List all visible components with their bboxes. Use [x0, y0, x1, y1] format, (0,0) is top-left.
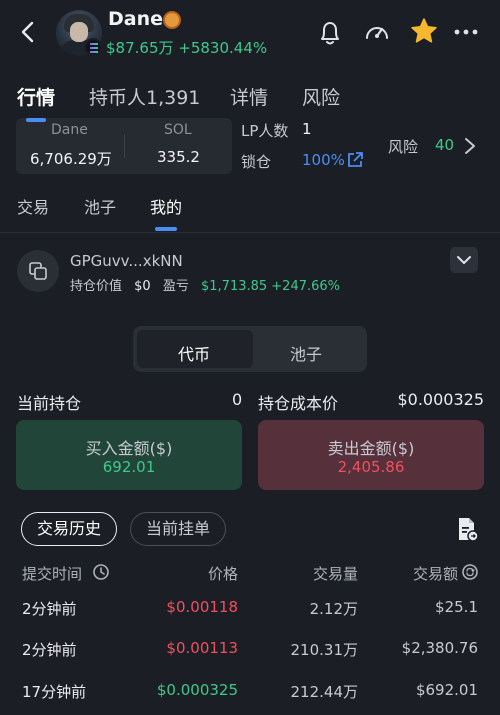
more-button[interactable]: [452, 20, 480, 44]
col-price-header: 价格: [207, 565, 238, 583]
favorite-button[interactable]: [409, 16, 439, 46]
chevron-left-icon: [21, 21, 34, 43]
buy-amount-value: 692.01: [102, 458, 156, 476]
holding-value: $0: [134, 279, 151, 294]
price-change: +5830.44%: [178, 39, 268, 57]
row-value: $25.1: [435, 598, 478, 616]
clock-icon[interactable]: [92, 563, 110, 581]
copy-icon: [29, 262, 47, 280]
current-position-label: 当前持仓: [17, 394, 82, 413]
cost-price-label: 持仓成本价: [258, 394, 339, 413]
gauge-icon: [366, 27, 388, 39]
pnl-label: 盈亏: [162, 279, 189, 294]
market-cap-value: $87.65万: [106, 39, 174, 57]
tab-market[interactable]: 行情: [17, 83, 55, 110]
wallet-address[interactable]: GPGuvv...xkNN: [70, 252, 183, 270]
subtab-pool[interactable]: 池子: [84, 194, 116, 218]
divider: [124, 134, 125, 158]
tab-details[interactable]: 详情: [230, 83, 268, 110]
subtab-trades[interactable]: 交易: [17, 194, 49, 218]
row-amount: 2.12万: [309, 600, 358, 618]
star-icon: [411, 18, 437, 43]
row-time: 2分钟前: [22, 600, 77, 618]
row-value: $692.01: [415, 681, 478, 699]
expand-button[interactable]: [450, 247, 478, 273]
pool-token-label: Dane: [51, 122, 88, 138]
export-button[interactable]: [454, 515, 480, 543]
external-link-icon[interactable]: [346, 151, 364, 169]
row-value: $2,380.76: [401, 639, 478, 657]
col-amount-header: 交易量: [312, 565, 358, 583]
pool-token-value: 6,706.29万: [30, 150, 112, 168]
pool-sol-label: SOL: [164, 122, 192, 138]
cost-price-value: $0.000325: [397, 390, 484, 409]
wallet-avatar: [17, 250, 59, 292]
buy-amount-label: 买入金额($): [85, 439, 173, 458]
subtab-underline: [155, 227, 177, 231]
segment-token[interactable]: 代币: [178, 341, 210, 365]
lp-value: 1: [302, 120, 312, 138]
risk-label: 风险: [388, 138, 419, 156]
cookie-icon: [163, 11, 181, 29]
tab-trade-history[interactable]: 交易历史: [21, 512, 117, 546]
row-time: 2分钟前: [22, 641, 77, 659]
row-amount: 210.31万: [290, 641, 359, 659]
lock-link[interactable]: 100%: [302, 151, 345, 169]
back-button[interactable]: [14, 18, 42, 46]
lock-label: 锁仓: [241, 153, 272, 171]
row-amount: 212.44万: [290, 683, 359, 701]
row-time: 17分钟前: [22, 683, 87, 701]
tab-risk[interactable]: 风险: [302, 83, 340, 110]
bell-button[interactable]: [316, 18, 344, 48]
refresh-icon[interactable]: [461, 563, 479, 581]
sell-amount-label: 卖出金额($): [327, 439, 415, 458]
lp-label: LP人数: [241, 122, 289, 140]
solana-chain-icon: [84, 38, 102, 56]
pool-sol-value: 335.2: [157, 148, 200, 166]
more-icon: [454, 29, 478, 35]
divider: [0, 232, 500, 233]
tab-open-orders[interactable]: 当前挂单: [130, 512, 226, 546]
col-time-header[interactable]: 提交时间: [22, 563, 82, 584]
current-position-value: 0: [232, 390, 243, 409]
holding-label: 持仓价值: [70, 279, 123, 294]
subtab-mine[interactable]: 我的: [150, 194, 182, 218]
wallet-summary: 持仓价值 $0 盈亏 $1,713.85 +247.66%: [70, 275, 348, 294]
col-value-header: 交易额: [412, 565, 458, 583]
pnl-value: $1,713.85 +247.66%: [201, 279, 341, 294]
speed-button[interactable]: [362, 18, 392, 48]
tab-holders[interactable]: 持币人1,391: [89, 83, 200, 110]
export-icon: [459, 518, 479, 542]
segment-pool[interactable]: 池子: [290, 341, 322, 365]
row-price: $0.00118: [166, 598, 238, 616]
lock-value: 100%: [302, 151, 345, 169]
risk-detail-button[interactable]: [462, 136, 478, 156]
col-time-label: 提交时间: [22, 565, 83, 583]
row-price: $0.000325: [156, 681, 238, 699]
bell-icon: [321, 22, 339, 45]
sell-amount-value: 2,405.86: [337, 458, 405, 476]
token-name: Dane: [108, 8, 164, 30]
tab-underline: [26, 118, 46, 122]
chevron-down-icon: [457, 256, 471, 264]
row-price: $0.00113: [166, 639, 238, 657]
chevron-right-icon: [465, 138, 475, 154]
market-cap: $87.65万 +5830.44%: [106, 37, 267, 58]
risk-score: 40: [435, 136, 455, 154]
